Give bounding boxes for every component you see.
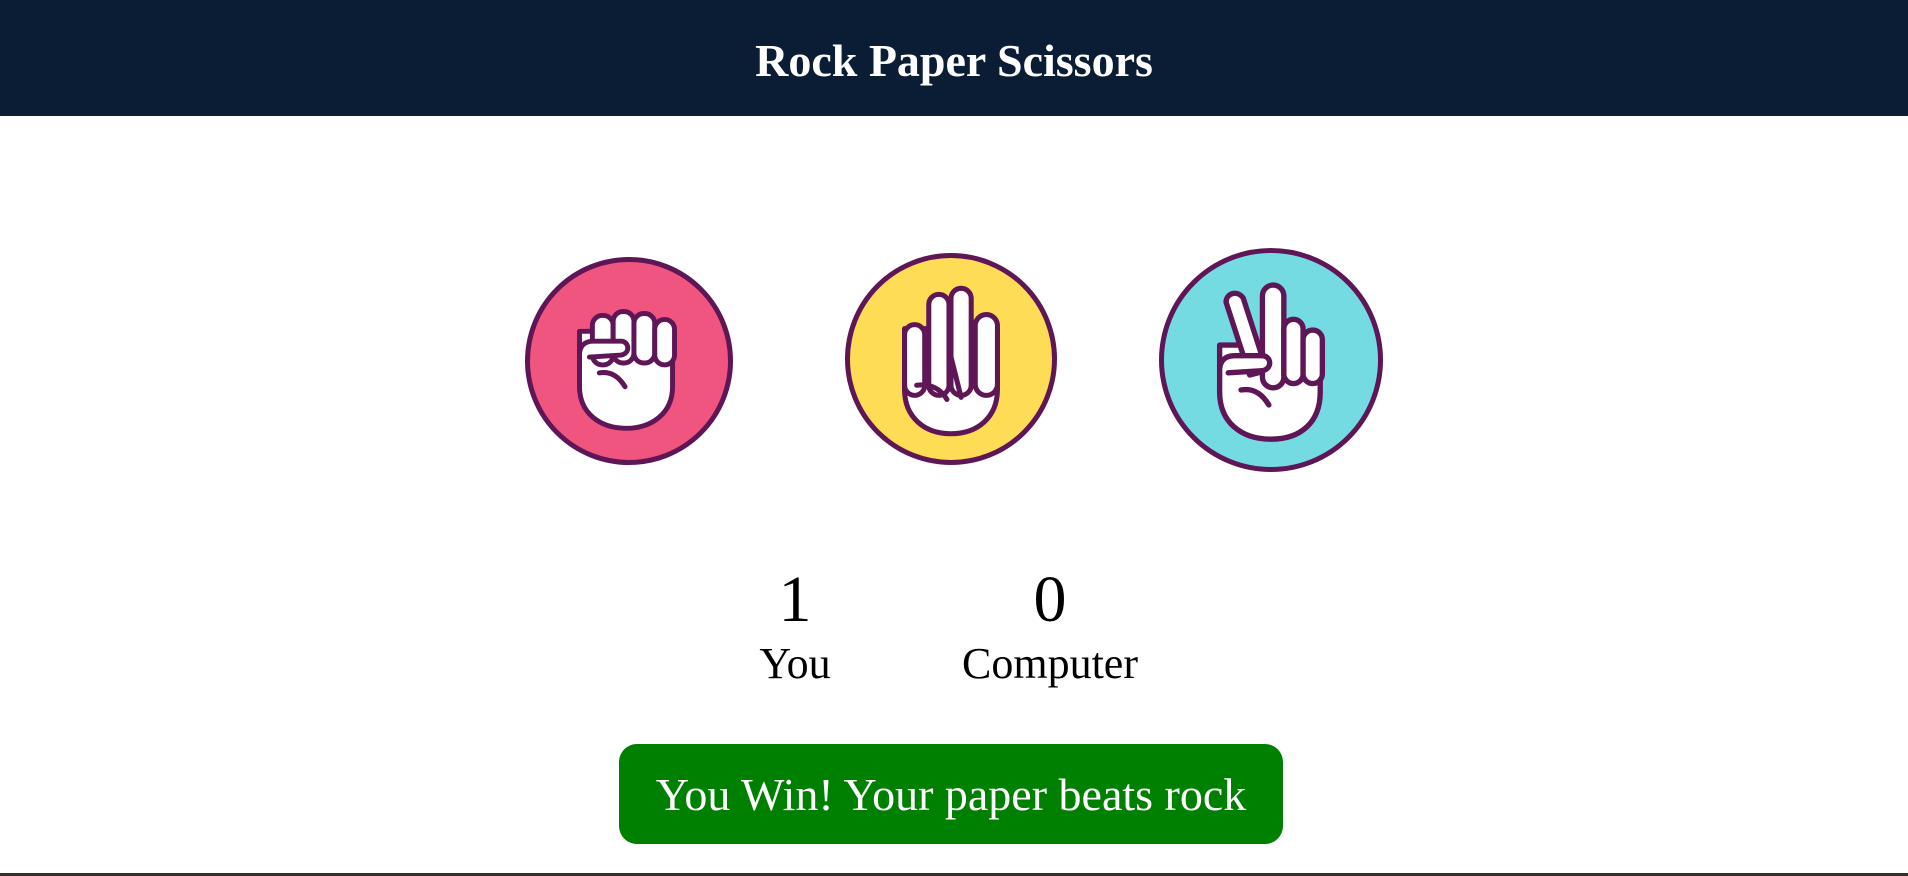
scissors-hand-icon [1216,282,1326,442]
player-score-value: 1 [778,563,812,636]
app-header: Rock Paper Scissors [0,0,1908,116]
page-title: Rock Paper Scissors [755,34,1153,86]
rock-button[interactable] [525,257,733,465]
paper-hand-icon [902,285,1000,437]
result-message: You Win! Your paper beats rock [619,744,1283,844]
page: Rock Paper Scissors 1 You 0 Computer You… [0,0,1908,876]
player-score-label: You [759,639,831,688]
rock-hand-icon [577,309,678,431]
player-score: 1 You [733,567,857,689]
computer-score-label: Computer [962,639,1138,688]
computer-score: 0 Computer [940,567,1160,689]
computer-score-value: 0 [1033,563,1067,636]
scissors-button[interactable] [1159,248,1383,472]
paper-button[interactable] [845,253,1057,465]
